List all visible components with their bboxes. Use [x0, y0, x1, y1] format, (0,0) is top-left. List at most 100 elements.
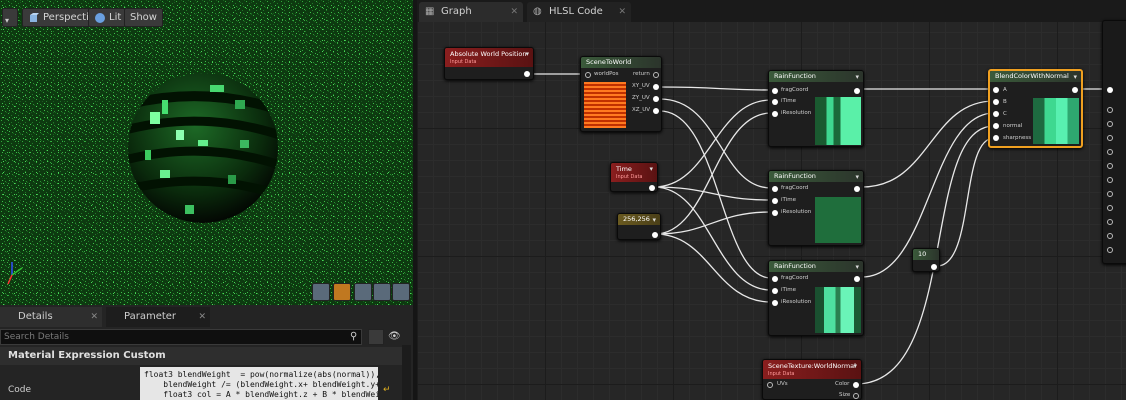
- chevron-down-icon[interactable]: ▾: [652, 216, 656, 224]
- preview-viewport[interactable]: ▾ Perspective Lit Show: [0, 0, 413, 305]
- output-pin[interactable]: [653, 84, 659, 90]
- pin-label: B: [1003, 99, 1007, 105]
- chevron-down-icon[interactable]: ▾: [649, 165, 653, 173]
- tab-parameter-defaults[interactable]: Parameter Defaults ✕: [106, 307, 210, 342]
- node-blend-color-with-normal[interactable]: BlendColorWithNormal ▾ A B C normal shar…: [988, 69, 1083, 148]
- node-material-result[interactable]: [1102, 20, 1126, 264]
- node-title: RainFunction: [774, 172, 816, 180]
- input-pin[interactable]: [767, 382, 773, 388]
- input-pin[interactable]: [772, 210, 778, 216]
- details-scrollbar[interactable]: [402, 345, 411, 400]
- node-rain-function-2[interactable]: RainFunction ▾ fragCoord iTime iResoluti…: [768, 170, 864, 246]
- chevron-down-icon[interactable]: ▾: [855, 263, 859, 271]
- output-pin[interactable]: [854, 88, 860, 94]
- node-time[interactable]: Time Input Data ▾: [610, 162, 658, 192]
- pin-label: UVs: [777, 381, 788, 387]
- output-pin[interactable]: [649, 185, 655, 191]
- input-pin[interactable]: [1107, 219, 1113, 225]
- input-pin[interactable]: [1107, 163, 1113, 169]
- chevron-down-icon[interactable]: ▾: [1073, 73, 1077, 81]
- output-pin[interactable]: [653, 108, 659, 114]
- sphere-preview-icon[interactable]: [333, 283, 351, 301]
- input-pin[interactable]: [1107, 135, 1113, 141]
- input-pin[interactable]: [772, 111, 778, 117]
- output-pin[interactable]: [653, 72, 659, 78]
- pin-label: fragCoord: [781, 185, 809, 191]
- input-pin[interactable]: [1107, 205, 1113, 211]
- input-pin[interactable]: [993, 99, 999, 105]
- input-pin[interactable]: [772, 186, 778, 192]
- chevron-down-icon[interactable]: ▾: [855, 73, 859, 81]
- output-pin[interactable]: [853, 393, 859, 399]
- pin-label: Size: [839, 392, 851, 398]
- output-pin[interactable]: [524, 71, 530, 77]
- input-pin[interactable]: [993, 111, 999, 117]
- node-constant-10[interactable]: 10: [912, 248, 940, 272]
- section-title[interactable]: Material Expression Custom: [0, 347, 402, 365]
- cube-preview-icon[interactable]: [373, 283, 391, 301]
- plane-preview-icon[interactable]: [354, 283, 372, 301]
- chevron-down-icon[interactable]: ▾: [853, 362, 857, 370]
- chevron-down-icon[interactable]: ▾: [855, 173, 859, 181]
- node-rain-function-1[interactable]: RainFunction ▾ fragCoord iTime iResoluti…: [768, 70, 864, 147]
- lit-button[interactable]: Lit: [88, 8, 128, 27]
- output-pin[interactable]: [854, 186, 860, 192]
- code-field[interactable]: float3 blendWeight = pow(normalize(abs(n…: [140, 367, 378, 400]
- close-icon[interactable]: ✕: [198, 307, 206, 327]
- node-title: 256,256: [623, 215, 650, 223]
- input-pin[interactable]: [772, 300, 778, 306]
- chevron-down-icon[interactable]: ▾: [525, 50, 529, 58]
- cylinder-preview-icon[interactable]: [312, 283, 330, 301]
- input-pin[interactable]: [772, 99, 778, 105]
- eye-icon[interactable]: 👁: [388, 329, 408, 345]
- node-rain-function-3[interactable]: RainFunction ▾ fragCoord iTime iResoluti…: [768, 260, 864, 336]
- input-pin[interactable]: [993, 87, 999, 93]
- node-scene-to-world[interactable]: SceneToWorld worldPos return XY_UV ZY_UV…: [580, 56, 662, 132]
- node-header: Absolute World Position Input Data: [445, 48, 533, 67]
- input-pin[interactable]: [1107, 87, 1113, 93]
- search-details-input[interactable]: Search Details: [0, 329, 362, 345]
- input-pin[interactable]: [772, 288, 778, 294]
- node-scene-texture-world-normal[interactable]: SceneTexture:WorldNormal Input Data ▾ UV…: [762, 359, 862, 400]
- close-icon[interactable]: ✕: [90, 307, 98, 327]
- input-pin[interactable]: [993, 135, 999, 141]
- input-pin[interactable]: [1107, 247, 1113, 253]
- close-icon[interactable]: ✕: [618, 2, 626, 22]
- output-pin[interactable]: [853, 382, 859, 388]
- input-pin[interactable]: [993, 123, 999, 129]
- viewport-options-button[interactable]: ▾: [2, 8, 18, 27]
- grid-view-icon[interactable]: [368, 329, 384, 345]
- node-constant-resolution[interactable]: 256,256 ▾: [617, 213, 661, 240]
- search-icon[interactable]: ⚲: [350, 331, 360, 343]
- perspective-cube-icon: [28, 12, 40, 24]
- output-pin[interactable]: [652, 232, 658, 238]
- output-pin[interactable]: [1072, 87, 1078, 93]
- output-pin[interactable]: [854, 276, 860, 282]
- input-pin[interactable]: [1107, 233, 1113, 239]
- tab-details[interactable]: Details ✕: [0, 307, 102, 327]
- input-pin[interactable]: [1107, 191, 1113, 197]
- input-pin[interactable]: [772, 276, 778, 282]
- close-icon[interactable]: ✕: [510, 2, 518, 22]
- pin-label: XY_UV: [632, 83, 650, 89]
- input-pin[interactable]: [1107, 121, 1113, 127]
- node-subtitle: Input Data: [768, 371, 795, 377]
- output-pin[interactable]: [653, 96, 659, 102]
- node-absolute-world-position[interactable]: Absolute World Position Input Data ▾: [444, 47, 534, 80]
- show-button[interactable]: Show: [124, 8, 163, 27]
- output-pin[interactable]: [931, 264, 937, 270]
- node-preview-image: [1033, 98, 1079, 144]
- pin-label: normal: [1003, 123, 1023, 129]
- input-pin[interactable]: [772, 198, 778, 204]
- input-pin[interactable]: [1107, 107, 1113, 113]
- input-pin[interactable]: [772, 88, 778, 94]
- input-pin[interactable]: [585, 72, 591, 78]
- reset-arrow-icon[interactable]: ↵: [383, 385, 391, 395]
- tab-hlsl-code[interactable]: ◍ HLSL Code ✕: [527, 2, 631, 22]
- details-panel: Details ✕ Parameter Defaults ✕ Search De…: [0, 305, 413, 400]
- input-pin[interactable]: [1107, 149, 1113, 155]
- input-pin[interactable]: [1107, 177, 1113, 183]
- node-subtitle: Input Data: [450, 59, 477, 65]
- custom-mesh-preview-icon[interactable]: [392, 283, 410, 301]
- tab-graph[interactable]: ▦ Graph ✕: [419, 2, 523, 22]
